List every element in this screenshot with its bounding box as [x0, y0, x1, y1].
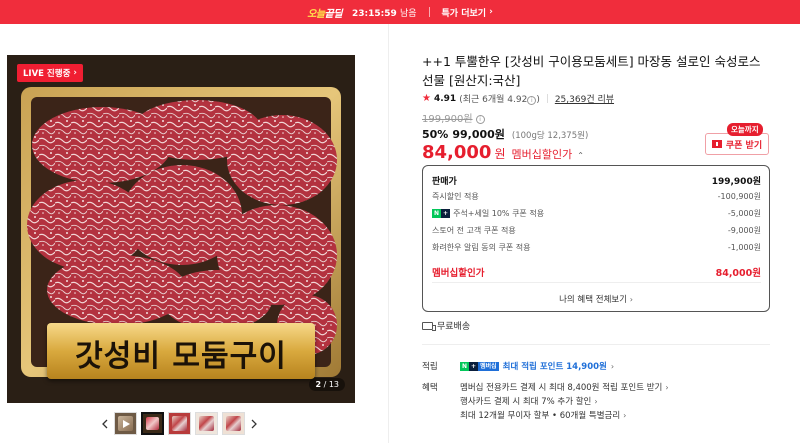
rating-row: ★ 4.91 (최근 6개월 4.92 i) 25,369건 리뷰 — [422, 92, 614, 105]
info-icon[interactable]: i — [527, 96, 537, 105]
live-badge[interactable]: LIVE 진행중 › — [17, 64, 83, 82]
original-price: 199,900원 i — [422, 110, 485, 125]
thumbnail[interactable] — [195, 412, 218, 435]
coupon-icon — [711, 140, 722, 148]
thumbnail-video[interactable] — [114, 412, 137, 435]
deal-timer: 23:15:59 남음 — [352, 8, 417, 19]
member-price: 84,000 — [422, 142, 492, 163]
chevron-right-icon: › — [489, 7, 493, 17]
chevron-right-icon: › — [623, 410, 627, 420]
truck-icon — [422, 321, 436, 331]
rating-detail: (최근 6개월 4.92 i) — [459, 95, 540, 105]
member-price-row[interactable]: 84,000 원 멤버십할인가 ⌃ — [422, 142, 584, 163]
sale-price-row: 50% 99,000원 (100g당 12,375원) — [422, 126, 588, 142]
thumbnail-strip — [100, 412, 259, 435]
naver-plus-badge: N + 멤버십 — [460, 361, 499, 371]
unit-price: (100g당 12,375원) — [511, 131, 589, 141]
thumbnail-selected[interactable] — [141, 412, 164, 435]
chevron-right-icon: › — [665, 382, 669, 392]
image-caption: 갓성비 모둠구이 — [75, 339, 287, 374]
breakdown-row: 판매가 199,900원 — [432, 177, 761, 187]
next-thumbnail-button[interactable] — [249, 414, 259, 434]
image-counter: 2 / 13 — [309, 378, 345, 391]
play-icon — [123, 420, 130, 428]
chevron-right-icon: › — [610, 361, 615, 371]
perks-label: 혜택 — [422, 383, 438, 393]
info-icon[interactable]: i — [475, 115, 485, 124]
deal-banner: 오늘끝딜 23:15:59 남음 특가 더보기 › — [0, 0, 800, 24]
price-breakdown: 판매가 199,900원 즉시할인 적용 -100,900원 N + 주석+세일 10%… — [422, 165, 770, 312]
more-deals-link[interactable]: 특가 더보기 › — [442, 6, 493, 19]
shipping-info: 무료배송 — [422, 319, 470, 332]
chevron-left-icon — [102, 419, 108, 428]
product-title: ++1 투뿔한우 [갓성비 구이용모둠세트] 마장동 설로인 숙성로스 선물 [… — [422, 54, 761, 88]
perk-link[interactable]: 멤버십 전용카드 결제 시 최대 8,400원 적립 포인트 받기 › — [460, 381, 669, 394]
chevron-right-icon: › — [594, 396, 598, 406]
rating-divider — [546, 94, 548, 103]
breakdown-row: 화려한우 알림 동의 쿠폰 적용 -1,000원 — [432, 243, 761, 252]
chevron-up-icon: ⌃ — [577, 151, 584, 160]
thumbnail[interactable] — [168, 412, 191, 435]
breakdown-row: 즉시할인 적용 -100,900원 — [432, 192, 761, 201]
naver-plus-badge: N + — [432, 209, 451, 218]
breakdown-divider — [432, 282, 761, 283]
column-divider — [388, 24, 389, 443]
all-benefits-link[interactable]: 나의 혜택 전체보기 › — [423, 293, 769, 305]
coupon-button[interactable]: 쿠폰 받기 — [705, 133, 769, 155]
today-only-badge: 오늘까지 — [727, 123, 763, 136]
rating-score: 4.91 — [433, 93, 457, 104]
section-divider — [422, 344, 770, 345]
points-label: 적립 — [422, 362, 438, 372]
product-image[interactable]: LIVE 진행중 › 갓성비 모둠구이 2 / 13 — [7, 55, 355, 403]
chevron-right-icon — [251, 419, 257, 428]
thumbnail[interactable] — [222, 412, 245, 435]
breakdown-member-row: 멤버십할인가 84,000원 — [432, 268, 761, 279]
banner-divider — [428, 7, 430, 17]
deal-logo: 오늘끝딜 — [307, 8, 343, 20]
star-icon: ★ — [422, 93, 431, 104]
perk-link[interactable]: 행사카드 결제 시 최대 7% 추가 할인 › — [460, 395, 598, 408]
chevron-right-icon: › — [73, 68, 77, 78]
breakdown-row: 스토어 전 고객 쿠폰 적용 -9,000원 — [432, 226, 761, 235]
sale-price: 99,000원 — [452, 128, 505, 141]
perk-link[interactable]: 최대 12개월 무이자 할부 • 60개월 특별금리 › — [460, 409, 627, 422]
reviews-link[interactable]: 25,369건 리뷰 — [555, 92, 614, 105]
coupon-label: 쿠폰 받기 — [725, 140, 763, 151]
points-link[interactable]: N + 멤버십 최대 적립 포인트 14,900원 › — [460, 360, 614, 372]
chevron-right-icon: › — [629, 295, 633, 304]
discount-percent: 50% — [422, 128, 449, 141]
breakdown-row: N + 주석+세일 10% 쿠폰 적용 -5,000원 — [432, 209, 761, 218]
prev-thumbnail-button[interactable] — [100, 414, 110, 434]
member-price-won: 원 — [494, 147, 506, 161]
member-price-label: 멤버십할인가 — [511, 148, 573, 161]
